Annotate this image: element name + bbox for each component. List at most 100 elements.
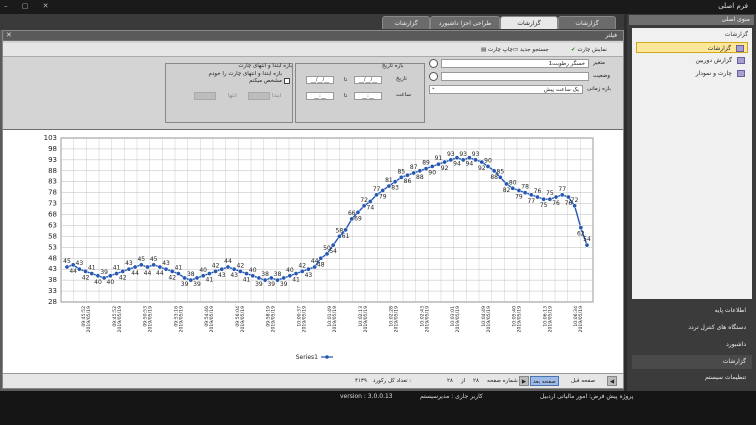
sidebar-menu-reports[interactable]: گزارشات: [632, 355, 752, 369]
y-tick-label: 43: [48, 265, 57, 273]
data-label: 92: [441, 165, 449, 172]
data-point: [293, 271, 299, 276]
version-label: version : 3.0.0.13: [340, 393, 393, 400]
data-label: 43: [218, 272, 226, 279]
data-label: 93: [472, 151, 480, 158]
pager-bar: ◀ صفحه قبل صفحه بعد ▶ شماره صفحه ۲۸ از ۲…: [3, 373, 623, 388]
sidebar-title: منوی اصلی: [629, 15, 754, 25]
filter-header: ✕ فیلتر: [3, 31, 623, 40]
show-chart-button[interactable]: ✔ نمایش چارت: [569, 45, 609, 55]
show-chart-label: نمایش چارت: [577, 47, 607, 53]
state-field[interactable]: [441, 72, 589, 81]
data-label: 39: [267, 281, 275, 288]
tab-strip: گزارشات گزارشات طراحی اجزا داشبورد گزارش…: [0, 14, 624, 30]
data-label: 92: [478, 165, 486, 172]
x-tick-label: 09:45:522019/05/19: [81, 306, 92, 333]
date-to-field[interactable]: __/__/__: [306, 76, 334, 84]
new-search-button[interactable]: ▭ جستجو جدید: [511, 45, 551, 55]
tab-reports-2[interactable]: گزارشات: [382, 16, 430, 29]
date-from-field[interactable]: __/__/__: [354, 76, 382, 84]
x-tick-label: 09:45:522019/05/19: [112, 306, 123, 333]
y-tick-label: 38: [48, 276, 57, 284]
chevron-down-icon[interactable]: ⌄: [431, 85, 436, 91]
data-label: 77: [527, 198, 535, 205]
tab-reports-active[interactable]: گزارشات: [500, 16, 558, 29]
page-number-label: شماره صفحه: [487, 378, 518, 384]
tab-reports-1[interactable]: گزارشات: [558, 16, 616, 29]
data-label: 40: [249, 267, 257, 274]
sidebar-menu-access-devices[interactable]: دستگاه های کنترل تردد: [632, 321, 752, 335]
printer-icon: ▤: [481, 47, 487, 53]
variable-field[interactable]: خسگر رطوبت1: [441, 59, 589, 68]
of-label: از: [461, 378, 466, 384]
start-field[interactable]: [248, 92, 270, 100]
status-bar: پروژه پیش فرض: امور مالیاتی اردبیل کاربر…: [0, 391, 756, 425]
data-label: 44: [156, 270, 164, 277]
custom-range-checkbox[interactable]: [284, 78, 290, 84]
current-user-label: کاربر جاری : مدیرسیستم: [420, 393, 483, 400]
data-point: [207, 271, 212, 276]
sidebar-menu-dashboard[interactable]: داشبورد: [632, 338, 752, 352]
state-search-icon[interactable]: [429, 72, 438, 81]
data-label: 94: [466, 161, 474, 168]
next-arrow-icon[interactable]: ▶: [519, 376, 529, 386]
data-point: [473, 157, 478, 163]
print-chart-button[interactable]: ▤ چاپ چارت: [479, 45, 515, 55]
sidebar-item-reports[interactable]: گزارشات: [636, 42, 748, 53]
sidebar-menu-settings[interactable]: تنظیمات سیستم: [632, 371, 752, 385]
time-range-select[interactable]: یک ساعت پیش: [429, 85, 583, 94]
data-point: [442, 159, 447, 165]
data-label: 43: [230, 272, 238, 279]
data-label: 44: [69, 268, 77, 275]
y-tick-label: 88: [48, 167, 57, 175]
data-label: 38: [274, 271, 282, 278]
variable-search-icon[interactable]: [429, 59, 438, 68]
data-label: 42: [298, 262, 306, 269]
chart-icon: [737, 70, 745, 77]
data-label: 88: [416, 174, 424, 181]
sidebar-item-camera-report[interactable]: گزارش دوربین: [636, 55, 748, 66]
x-tick-label: 10:02:282019/05/19: [389, 306, 400, 333]
time-to-label: تا: [344, 93, 348, 99]
data-point: [392, 179, 398, 185]
data-label: 77: [373, 186, 381, 193]
data-point: [89, 271, 95, 276]
prev-page-button[interactable]: صفحه قبل: [569, 376, 597, 386]
time-to-field[interactable]: __:__: [306, 92, 334, 100]
start-label: ابتدا: [272, 93, 282, 99]
date-to-label: تا: [344, 77, 348, 83]
x-tick-label: 09:58:192019/05/19: [266, 306, 277, 333]
data-label: 77: [558, 186, 566, 193]
window-title: فرم اصلی: [718, 2, 748, 10]
data-label: 42: [119, 274, 127, 281]
sidebar-menu-base-info[interactable]: اطلاعات پایه: [632, 304, 752, 318]
x-tick-label: 10:03:012019/05/19: [450, 306, 461, 333]
data-label: 42: [237, 262, 245, 269]
legend-marker: [325, 355, 329, 359]
time-from-field[interactable]: __:__: [354, 92, 382, 100]
end-field[interactable]: [194, 92, 216, 100]
data-label: 42: [82, 274, 90, 281]
data-label: 42: [168, 274, 176, 281]
sidebar-item-charts[interactable]: چارت و نمودار: [636, 68, 748, 79]
custom-range-label: بازه ابتدا و انتهای چارت را خودم مشخص می…: [208, 71, 282, 84]
data-point: [522, 190, 528, 196]
chart-range-group: بازه ابتدا و انتهای چارت بازه ابتدا و ان…: [165, 63, 293, 123]
prev-arrow-icon[interactable]: ◀: [607, 376, 617, 386]
data-label: 45: [63, 258, 71, 265]
data-label: 39: [255, 281, 263, 288]
data-label: 85: [497, 168, 505, 175]
next-page-button[interactable]: صفحه بعد: [530, 376, 559, 386]
data-label: 41: [175, 265, 183, 272]
window-controls[interactable]: – ▢ ✕: [4, 2, 54, 10]
data-label: 43: [305, 272, 313, 279]
data-label: 90: [428, 169, 436, 176]
tab-dashboard-design[interactable]: طراحی اجزا داشبورد: [430, 16, 500, 29]
data-point: [163, 266, 169, 272]
collapse-icon[interactable]: ✕: [6, 31, 12, 39]
check-icon: ✔: [571, 47, 576, 53]
data-label: 38: [187, 271, 195, 278]
end-label: انتها: [228, 93, 237, 99]
data-point: [541, 196, 547, 202]
data-label: 75: [540, 202, 548, 209]
